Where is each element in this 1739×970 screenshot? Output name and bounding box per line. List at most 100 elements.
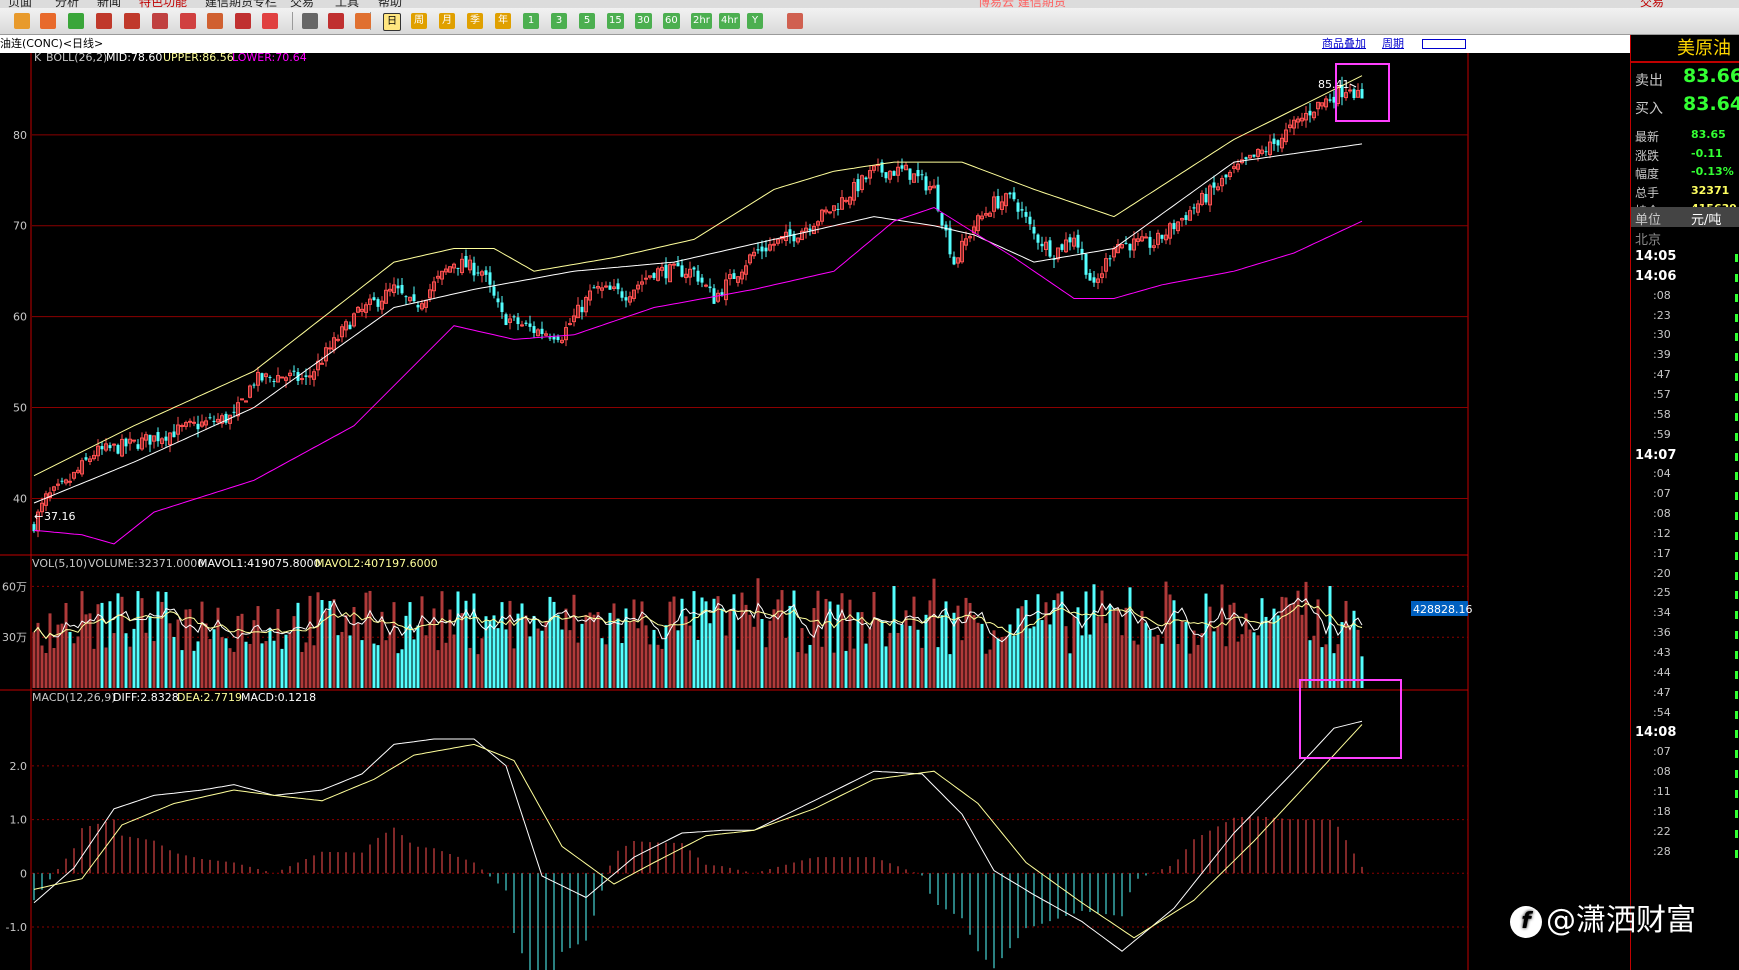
volume-bar	[752, 626, 756, 688]
volume-bar	[1344, 600, 1348, 688]
period-button-11[interactable]: 2hr	[691, 13, 712, 29]
volume-bar	[1268, 621, 1272, 688]
volume-bar	[272, 640, 276, 688]
window-icon[interactable]	[152, 13, 168, 29]
volume-bar	[560, 629, 564, 688]
volume-bar	[352, 607, 356, 688]
volume-bar	[1336, 644, 1340, 688]
tick-flag	[1735, 591, 1738, 600]
candle-body	[652, 273, 656, 279]
macd-legend: MACD:0.1218	[241, 691, 316, 704]
volume-bar	[660, 648, 664, 688]
chart-area[interactable]: 40 50 60 70 80 K BOLL(26,2)MID:78.60 UPPER:86.5…	[0, 53, 1630, 970]
menu-item-6[interactable]: 工具	[335, 0, 359, 8]
volume-bar	[440, 591, 444, 688]
kline-icon[interactable]	[328, 13, 344, 29]
period-button-0[interactable]: 日	[383, 13, 401, 31]
volume-bar	[724, 635, 728, 688]
volume-bar	[512, 648, 516, 688]
candle-body	[1020, 209, 1024, 211]
tick-time: 14:08	[1635, 725, 1677, 741]
tick-time: :20	[1653, 566, 1671, 580]
volume-bar	[492, 615, 496, 688]
volume-bar	[1048, 624, 1052, 688]
chart-title-bar: 油连(CONC)<日线> 商品叠加 周期	[0, 35, 1630, 53]
tick-flag	[1735, 333, 1738, 342]
new-icon[interactable]	[262, 13, 278, 29]
volume-bar	[840, 593, 844, 688]
refresh-icon[interactable]	[68, 13, 84, 29]
menu-item-3[interactable]: 特色功能	[139, 0, 187, 8]
period-button-4[interactable]: 年	[495, 13, 511, 29]
candle-body	[148, 434, 152, 445]
calculator-icon[interactable]	[787, 13, 803, 29]
period-button-10[interactable]: 60	[663, 13, 680, 29]
open-icon[interactable]	[14, 13, 30, 29]
tick-time: :17	[1653, 546, 1671, 560]
period-button-9[interactable]: 30	[635, 13, 652, 29]
overlay-link[interactable]: 商品叠加	[1322, 35, 1366, 53]
candle-body	[680, 265, 684, 277]
period-button-2[interactable]: 月	[439, 13, 455, 29]
volume-bar	[1144, 622, 1148, 688]
menu-item-0[interactable]: 页面	[8, 0, 32, 8]
quote-value: 32371	[1691, 183, 1730, 197]
volume-bar	[1060, 591, 1064, 688]
period-button-8[interactable]: 15	[607, 13, 624, 29]
menu-item-4[interactable]: 建信期货专栏	[205, 0, 277, 8]
period-link[interactable]: 周期	[1382, 35, 1404, 53]
period-button-6[interactable]: 3	[551, 13, 567, 29]
zoom-out-icon[interactable]	[124, 13, 140, 29]
period-button-12[interactable]: 4hr	[719, 13, 740, 29]
candle-body	[192, 421, 196, 424]
menu-item-7[interactable]: 帮助	[378, 0, 402, 8]
filter-icon[interactable]	[235, 13, 251, 29]
menu-item-2[interactable]: 新闻	[97, 0, 121, 8]
indicator-legend: K	[34, 53, 42, 64]
candle-body	[60, 480, 64, 482]
volume-bar	[32, 632, 36, 688]
candle-body	[940, 212, 944, 226]
candle-body	[1108, 258, 1112, 260]
zoom-in-icon[interactable]	[96, 13, 112, 29]
candle-body	[548, 337, 552, 339]
volume-bar	[604, 644, 608, 688]
volume-bar	[720, 608, 724, 688]
candle-body	[580, 306, 584, 313]
volume-bar	[376, 645, 380, 688]
draw-icon[interactable]	[180, 13, 196, 29]
volume-bar	[148, 615, 152, 688]
volume-bar	[1092, 584, 1096, 688]
volume-bar	[240, 613, 244, 688]
volume-bar	[172, 636, 176, 688]
volume-bar	[896, 632, 900, 688]
menu-item-5[interactable]: 交易	[290, 0, 314, 8]
period-button-7[interactable]: 5	[579, 13, 595, 29]
period-button-3[interactable]: 季	[467, 13, 483, 29]
volume-bar	[944, 601, 948, 688]
candle-body	[916, 169, 920, 177]
menu-item-1[interactable]: 分析	[55, 0, 79, 8]
tick-time: :47	[1653, 685, 1671, 699]
trade-button[interactable]: 交易	[1640, 0, 1664, 8]
table-icon[interactable]	[302, 13, 318, 29]
volume-bar	[316, 592, 320, 688]
volume-bar	[276, 609, 280, 688]
volume-bar	[620, 643, 624, 688]
period-button-1[interactable]: 周	[411, 13, 427, 29]
window-controls[interactable]	[1422, 39, 1466, 49]
y-tick-label: 60万	[2, 580, 27, 593]
page-icon[interactable]	[40, 13, 56, 29]
period-button-5[interactable]: 1	[523, 13, 539, 29]
tick-icon[interactable]	[355, 13, 371, 29]
volume-bar	[744, 604, 748, 688]
candle-body	[208, 417, 212, 419]
tick-flag	[1735, 730, 1738, 739]
volume-bar	[844, 650, 848, 688]
tick-flag	[1735, 353, 1738, 362]
volume-bar	[692, 591, 696, 688]
low-arrow: ←	[34, 510, 43, 523]
period-button-13[interactable]: Y	[747, 13, 763, 29]
paint-icon[interactable]	[207, 13, 223, 29]
volume-bar	[1284, 597, 1288, 688]
